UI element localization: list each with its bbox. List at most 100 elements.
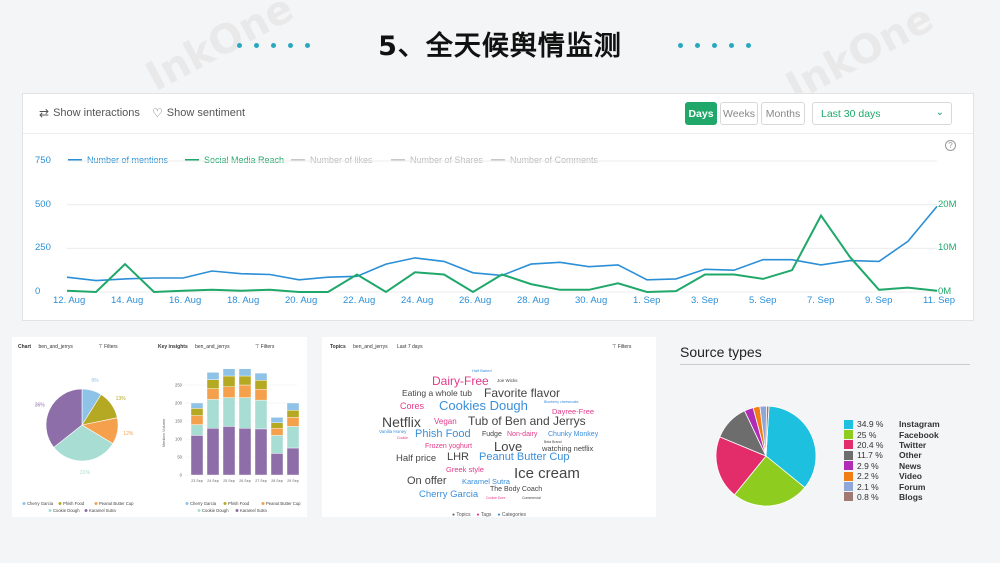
x-tick: 28. Aug: [517, 295, 550, 306]
cloud-word[interactable]: Blueberry cheesecake: [544, 400, 579, 405]
bar-segment[interactable]: [238, 427, 252, 476]
cloud-legend-item[interactable]: ● Categories: [497, 512, 526, 518]
bar-segment[interactable]: [190, 435, 204, 476]
bar-segment[interactable]: [190, 424, 204, 436]
bar-segment[interactable]: [238, 397, 252, 429]
cloud-word[interactable]: Non-dairy: [507, 431, 537, 438]
source-legend-row[interactable]: 25 % Facebook: [844, 429, 940, 440]
cloud-word[interactable]: Ice cream: [514, 466, 580, 481]
bar-segment[interactable]: [254, 389, 268, 401]
cloud-word[interactable]: Joe Wicks: [497, 378, 518, 384]
cloud-word[interactable]: LHR: [447, 452, 469, 463]
cloud-word[interactable]: Frozen yoghurt: [425, 443, 472, 450]
bar-segment[interactable]: [190, 408, 204, 416]
bar-segment[interactable]: [222, 375, 236, 388]
cloud-word[interactable]: On offer: [407, 476, 447, 487]
cloud-word[interactable]: Vanilla Honey: [379, 429, 406, 435]
source-legend-row[interactable]: 34.9 % Instagram: [844, 419, 940, 429]
bar-segment[interactable]: [254, 372, 268, 381]
bar-segment[interactable]: [270, 427, 284, 436]
source-percent: 11.7 %: [857, 450, 883, 461]
bar-segment[interactable]: [222, 397, 236, 427]
x-tick: 5. Sep: [749, 295, 777, 306]
mini1-header: Chart ben_and_jerrys ⊤ Filters: [18, 344, 118, 350]
cloud-word[interactable]: Eating a whole tub: [402, 389, 472, 398]
chart-tab[interactable]: Chart: [18, 344, 31, 350]
cloud-word[interactable]: The Body Coach: [490, 486, 542, 493]
cloud-word[interactable]: Commercial: [522, 496, 541, 501]
legend-label: Peanut Butter Cup: [99, 501, 134, 506]
cloud-word[interactable]: Vegan: [434, 418, 457, 426]
bar-segment[interactable]: [238, 384, 252, 398]
bar-segment[interactable]: [206, 379, 220, 389]
source-label: Facebook: [899, 429, 939, 440]
filters-label: Filters: [260, 344, 275, 350]
cloud-legend-item[interactable]: ● Tags: [477, 512, 492, 518]
filters-button[interactable]: ⊤ Filters: [255, 344, 274, 350]
cloud-word[interactable]: Peanut Butter Cup: [479, 452, 570, 463]
source-legend-row[interactable]: 2.9 % News: [844, 461, 940, 471]
bar-segment[interactable]: [206, 388, 220, 400]
source-legend-row[interactable]: 0.8 % Blogs: [844, 492, 940, 502]
flavor-pie-chart: 9% 13% 12% 31% 36% Cherry Garcia Phish Food Pea…: [22, 378, 134, 513]
y-axis-label: Mention Volume: [161, 418, 166, 447]
bar-segment[interactable]: [286, 426, 300, 449]
bar-segment[interactable]: [206, 427, 220, 476]
cloud-word[interactable]: Half price: [396, 454, 436, 464]
bar-segment[interactable]: [222, 368, 236, 377]
key-insights-tab[interactable]: Key insights: [158, 344, 188, 350]
cloud-word[interactable]: Fudge: [482, 431, 502, 438]
legend-swatch: [844, 461, 853, 471]
cloud-word[interactable]: Cookie: [397, 436, 408, 441]
cloud-word[interactable]: Phish Food: [415, 429, 471, 440]
x-tick: 25 Sep: [223, 479, 234, 483]
source-legend-row[interactable]: 2.2 % Video: [844, 471, 940, 481]
cloud-word[interactable]: Chunky Monkey: [548, 431, 598, 438]
bar-segment[interactable]: [190, 415, 204, 425]
y-tick: 0: [180, 473, 183, 478]
source-legend-row[interactable]: 2.1 % Forum: [844, 481, 940, 492]
cloud-word[interactable]: Tub of Ben and Jerrys: [468, 415, 586, 427]
filters-button[interactable]: ⊤ Filters: [98, 344, 117, 350]
y-tick: 150: [175, 419, 183, 424]
cloud-word[interactable]: Cores: [400, 402, 424, 411]
cloud-legend-item[interactable]: ● Topics: [452, 512, 471, 518]
bar-segment[interactable]: [286, 402, 300, 411]
legend-label: Cookie Dough: [53, 508, 80, 513]
bar-segment[interactable]: [270, 453, 284, 476]
series-line-reach[interactable]: [66, 213, 938, 294]
bar-segment[interactable]: [254, 428, 268, 476]
bar-segment[interactable]: [238, 375, 252, 386]
legend-dot: [22, 502, 26, 505]
cloud-word[interactable]: Half Baked: [472, 369, 492, 373]
bar-segment[interactable]: [254, 399, 268, 430]
bar-segment[interactable]: [238, 368, 252, 377]
bar-segment[interactable]: [270, 417, 284, 424]
cloud-word[interactable]: Greek style: [446, 466, 484, 474]
cloud-word[interactable]: Dairy-Free: [432, 375, 489, 387]
flavor-stacked-bar-chart: 250 200 150 100 50 0 Mention Volume 23 Sep 24 Se…: [161, 368, 301, 513]
source-types-legend: 34.9 % Instagram 25 % Facebook 20.4 % Twitter…: [844, 419, 940, 502]
cloud-word[interactable]: Karamel Sutra: [462, 478, 510, 486]
bar-segment[interactable]: [222, 426, 236, 476]
bar-segment[interactable]: [206, 372, 220, 380]
bar-segment[interactable]: [254, 380, 268, 390]
bar-segment[interactable]: [270, 422, 284, 429]
y-right-tick: 20M: [938, 198, 957, 210]
brand-filter[interactable]: ben_and_jerrys: [195, 344, 229, 350]
bar-segment[interactable]: [270, 435, 284, 454]
source-legend-row[interactable]: 20.4 % Twitter: [844, 440, 940, 450]
x-tick: 28 Sep: [271, 479, 282, 483]
bar-segment[interactable]: [286, 417, 300, 427]
bar-segment[interactable]: [222, 386, 236, 398]
bar-segment[interactable]: [206, 399, 220, 429]
cloud-word[interactable]: Cherry Garcia: [419, 490, 478, 500]
brand-filter[interactable]: ben_and_jerrys: [38, 344, 72, 350]
cloud-word[interactable]: Cookie Dore: [486, 496, 505, 501]
bar-segment[interactable]: [286, 447, 300, 476]
cloud-word[interactable]: Netflix: [382, 415, 421, 429]
cloud-word[interactable]: Cookies Dough: [439, 399, 528, 412]
bar-segment[interactable]: [190, 402, 204, 409]
source-legend-row[interactable]: 11.7 % Other: [844, 450, 940, 460]
bar-segment[interactable]: [286, 410, 300, 418]
